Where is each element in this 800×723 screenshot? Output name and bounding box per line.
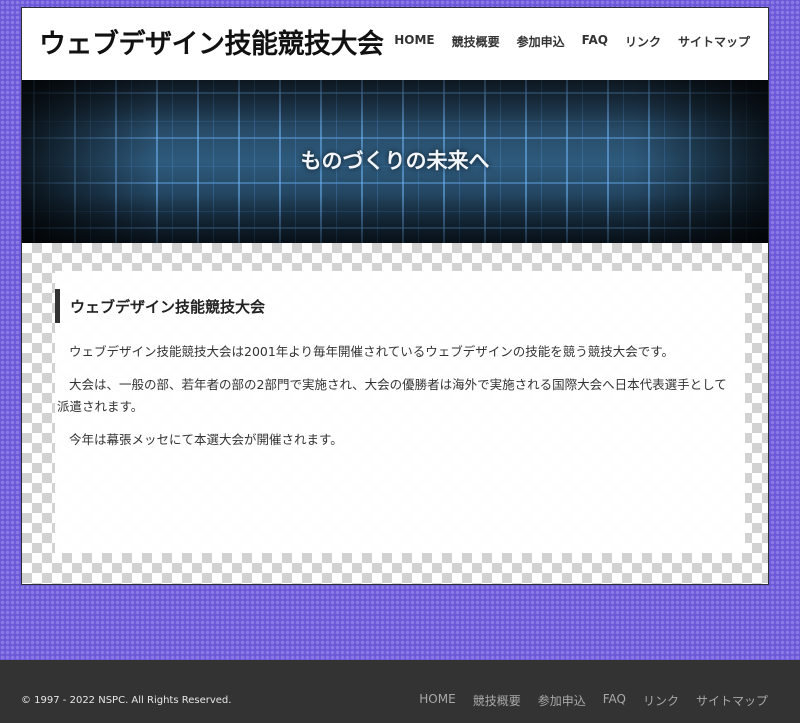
footer-nav-sitemap[interactable]: サイトマップ: [696, 692, 768, 709]
nav-links[interactable]: リンク: [625, 33, 661, 50]
footer-nav-overview[interactable]: 競技概要: [473, 692, 521, 709]
global-nav: HOME 競技概要 参加申込 FAQ リンク サイトマップ: [394, 33, 750, 50]
nav-faq[interactable]: FAQ: [582, 33, 608, 50]
nav-entry[interactable]: 参加申込: [517, 33, 565, 50]
hero-tagline: ものづくりの未来へ: [300, 148, 490, 173]
footer-nav-home[interactable]: HOME: [419, 692, 455, 709]
article-heading: ウェブデザイン技能競技大会: [55, 289, 265, 323]
nav-overview[interactable]: 競技概要: [452, 33, 500, 50]
article-paragraph: 今年は幕張メッセにて本選大会が開催されます。: [69, 432, 343, 447]
article-paragraph: 大会は、一般の部、若年者の部の2部門で実施され、大会の優勝者は海外で実施される国…: [57, 377, 727, 414]
footer-nav-faq[interactable]: FAQ: [603, 692, 626, 709]
nav-home[interactable]: HOME: [394, 33, 434, 50]
copyright-text: © 1997 - 2022 NSPC. All Rights Reserved.: [21, 695, 232, 706]
nav-sitemap[interactable]: サイトマップ: [678, 33, 750, 50]
hero-banner: ものづくりの未来へ: [22, 80, 768, 243]
content-area: ウェブデザイン技能競技大会 ウェブデザイン技能競技大会は2001年より毎年開催さ…: [22, 243, 768, 584]
article-heading-text: ウェブデザイン技能競技大会: [70, 297, 266, 316]
article-panel: ウェブデザイン技能競技大会 ウェブデザイン技能競技大会は2001年より毎年開催さ…: [55, 271, 745, 553]
footer-nav-entry[interactable]: 参加申込: [538, 692, 586, 709]
article-body: ウェブデザイン技能競技大会は2001年より毎年開催されているウェブデザインの技能…: [57, 341, 737, 462]
site-title[interactable]: ウェブデザイン技能競技大会: [39, 22, 384, 61]
footer-nav-links[interactable]: リンク: [643, 692, 679, 709]
article-paragraph: ウェブデザイン技能競技大会は2001年より毎年開催されているウェブデザインの技能…: [69, 344, 674, 359]
footer-nav: HOME 競技概要 参加申込 FAQ リンク サイトマップ: [419, 692, 768, 709]
site-footer: © 1997 - 2022 NSPC. All Rights Reserved.…: [0, 660, 800, 723]
page-wrapper: ウェブデザイン技能競技大会 HOME 競技概要 参加申込 FAQ リンク サイト…: [21, 7, 769, 585]
site-header: ウェブデザイン技能競技大会 HOME 競技概要 参加申込 FAQ リンク サイト…: [22, 8, 768, 80]
